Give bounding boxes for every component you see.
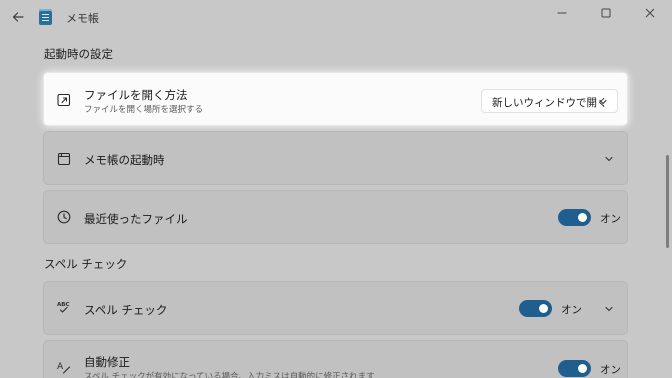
notepad-app-icon xyxy=(39,9,52,25)
autocorrect-card: A 自動修正 スペル チェックが有効になっている場合、入力ミスは自動的に修正され… xyxy=(43,340,628,378)
dropdown-selected-value: 新しいウィンドウで開く xyxy=(492,97,608,109)
autocorrect-subtitle: スペル チェックが有効になっている場合、入力ミスは自動的に修正されます xyxy=(84,372,375,378)
chevron-down-icon[interactable] xyxy=(604,154,614,164)
minimize-icon xyxy=(557,12,567,14)
open-external-icon xyxy=(57,93,71,107)
notepad-startup-title: メモ帳の起動時 xyxy=(84,153,165,167)
section-header-spell-check: スペル チェック xyxy=(44,257,128,271)
window-icon xyxy=(57,152,71,166)
minimize-button[interactable] xyxy=(540,0,584,26)
autocorrect-title: 自動修正 xyxy=(84,355,130,369)
close-icon xyxy=(645,8,655,18)
open-file-method-title: ファイルを開く方法 xyxy=(84,88,188,102)
title-bar: メモ帳 xyxy=(0,0,672,34)
open-file-method-subtitle: ファイルを開く場所を選択する xyxy=(84,105,204,115)
spell-check-card: ABC スペル チェック オン xyxy=(43,281,628,335)
notepad-startup-card[interactable]: メモ帳の起動時 xyxy=(43,131,628,185)
back-arrow-icon xyxy=(12,12,24,22)
chevron-down-icon[interactable] xyxy=(604,304,614,314)
window-controls xyxy=(540,0,672,28)
clock-icon xyxy=(57,210,71,224)
open-file-method-card: ファイルを開く方法 ファイルを開く場所を選択する 新しいウィンドウで開く xyxy=(43,72,628,126)
spell-check-toggle-label: オン xyxy=(561,304,582,316)
spell-check-title: スペル チェック xyxy=(84,303,168,317)
abc-check-icon: ABC xyxy=(57,302,70,313)
autocorrect-icon: A xyxy=(57,362,71,374)
svg-text:ABC: ABC xyxy=(57,302,70,308)
svg-text:A: A xyxy=(57,362,64,372)
recent-files-toggle-label: オン xyxy=(600,213,621,225)
spell-check-toggle[interactable] xyxy=(519,300,552,317)
vertical-scrollbar[interactable] xyxy=(666,155,669,248)
close-button[interactable] xyxy=(628,0,672,26)
chevron-down-icon xyxy=(599,99,607,105)
back-button[interactable] xyxy=(8,8,28,26)
window-title: メモ帳 xyxy=(66,12,99,25)
recent-files-card: 最近使ったファイル オン xyxy=(43,190,628,244)
maximize-icon xyxy=(601,8,611,18)
section-header-startup: 起動時の設定 xyxy=(44,47,113,61)
recent-files-toggle[interactable] xyxy=(558,209,591,226)
autocorrect-toggle-label: オン xyxy=(600,364,621,376)
maximize-button[interactable] xyxy=(584,0,628,26)
autocorrect-toggle[interactable] xyxy=(558,360,591,377)
recent-files-title: 最近使ったファイル xyxy=(84,212,188,226)
open-file-method-dropdown[interactable]: 新しいウィンドウで開く xyxy=(481,89,618,113)
